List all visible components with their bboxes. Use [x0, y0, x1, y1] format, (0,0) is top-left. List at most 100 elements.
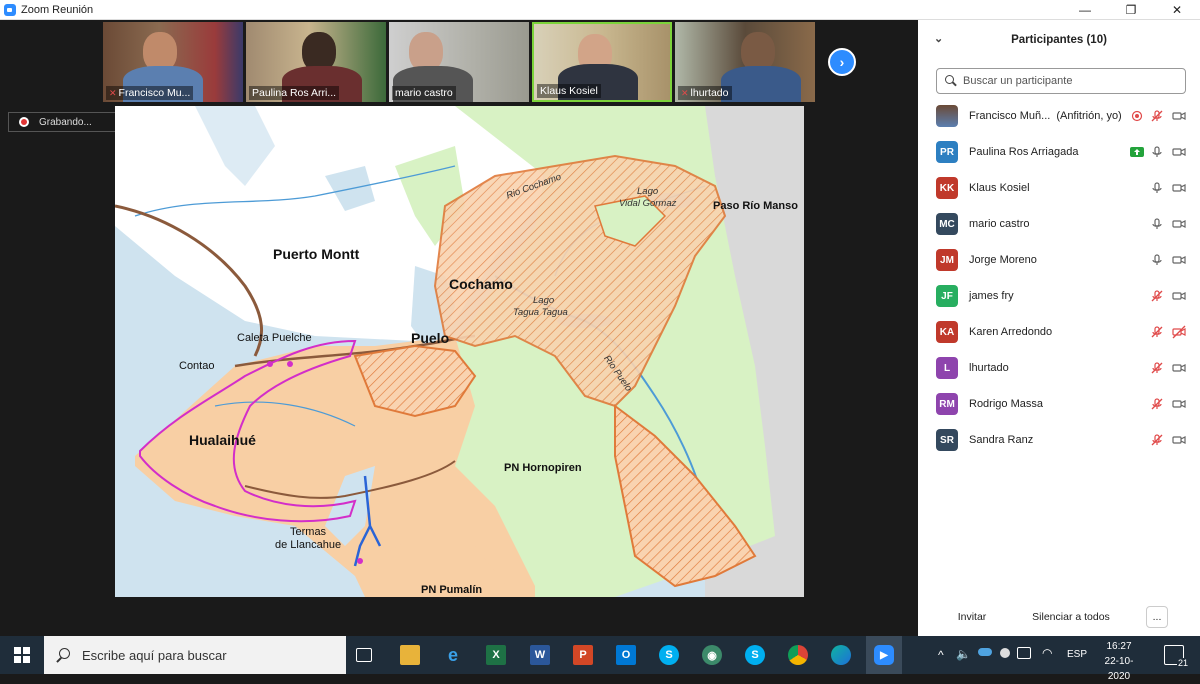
avatar: JF	[936, 285, 958, 307]
windows-start-button[interactable]	[0, 636, 44, 674]
mic-muted-icon[interactable]	[1150, 433, 1164, 447]
camera-icon[interactable]	[1172, 145, 1186, 159]
tile-name: lhurtado	[690, 87, 729, 99]
tile-name: Klaus Kosiel	[540, 85, 598, 97]
zoom-app-icon	[4, 3, 16, 16]
participants-title: Participantes (10)	[1011, 34, 1107, 46]
record-icon	[19, 117, 29, 127]
chrome-icon[interactable]	[788, 645, 808, 665]
maximize-button[interactable]: ❐	[1108, 0, 1154, 20]
zoom-taskbar-button[interactable]: ▶	[866, 636, 902, 674]
video-tile[interactable]: Paulina Ros Arri...	[246, 22, 386, 102]
participant-row[interactable]: MC mario castro	[918, 206, 1200, 242]
mic-icon[interactable]	[1150, 145, 1164, 159]
map-label-puelo: Puelo	[411, 330, 450, 346]
notifications-icon[interactable]: 21	[1164, 645, 1189, 668]
camera-icon[interactable]	[1172, 397, 1186, 411]
active-speaker-tile[interactable]: Klaus Kosiel	[532, 22, 672, 102]
map-label-termas-2: de Llancahue	[275, 539, 342, 551]
camera-off-icon[interactable]	[1172, 325, 1186, 339]
video-tile[interactable]: ✕ lhurtado	[675, 22, 815, 102]
participant-row[interactable]: Francisco Muñ... (Anfitrión, yo)	[918, 98, 1200, 134]
mic-muted-icon[interactable]	[1150, 361, 1164, 375]
map-label-termas-1: Termas	[290, 526, 327, 538]
recording-icon	[1131, 110, 1143, 122]
search-icon	[945, 75, 957, 87]
word-icon[interactable]: W	[530, 645, 550, 665]
battery-icon[interactable]	[1017, 647, 1031, 659]
camera-icon[interactable]	[1172, 361, 1186, 375]
map-label-paso-rio-manso: Paso Río Manso	[713, 200, 798, 212]
notification-count: 21	[1176, 658, 1189, 668]
screen-share-icon	[1130, 147, 1144, 157]
participant-search-input[interactable]: Buscar un participante	[936, 68, 1186, 94]
clock-date: 22-10-2020	[1104, 656, 1134, 682]
task-view-icon[interactable]	[356, 648, 372, 662]
file-explorer-icon[interactable]	[400, 645, 420, 665]
mic-muted-icon[interactable]	[1150, 397, 1164, 411]
video-tile[interactable]: ✕ Francisco Mu...	[103, 22, 243, 102]
wifi-icon[interactable]: ◠	[1042, 646, 1052, 660]
participant-row[interactable]: RM Rodrigo Massa	[918, 386, 1200, 422]
video-tile[interactable]: mario castro	[389, 22, 529, 102]
language-indicator[interactable]: ESP	[1067, 649, 1087, 660]
participant-name: Klaus Kosiel	[969, 182, 1030, 194]
tile-name: Paulina Ros Arri...	[252, 87, 337, 99]
taskbar-clock[interactable]: 16:27 22-10-2020	[1098, 639, 1140, 684]
skype-business-icon[interactable]: S	[745, 645, 765, 665]
participant-row[interactable]: PR Paulina Ros Arriagada	[918, 134, 1200, 170]
tile-name: mario castro	[395, 87, 453, 99]
camera-icon[interactable]	[1172, 433, 1186, 447]
close-button[interactable]: ✕	[1154, 0, 1200, 20]
volume-icon[interactable]: 🔈	[956, 647, 971, 661]
participant-row[interactable]: SR Sandra Ranz	[918, 422, 1200, 458]
powerpoint-icon[interactable]: P	[573, 645, 593, 665]
camera-icon[interactable]	[1172, 217, 1186, 231]
more-options-button[interactable]: ...	[1146, 606, 1168, 628]
excel-icon[interactable]: X	[486, 645, 506, 665]
participant-row[interactable]: JF james fry	[918, 278, 1200, 314]
mic-muted-icon[interactable]	[1150, 109, 1164, 123]
avatar: RM	[936, 393, 958, 415]
camera-icon[interactable]	[1172, 109, 1186, 123]
map-label-lago-tagua-1: Lago	[533, 295, 555, 306]
invite-button[interactable]: Invitar	[948, 606, 996, 628]
mic-muted-icon[interactable]	[1150, 325, 1164, 339]
mic-icon[interactable]	[1150, 253, 1164, 267]
map-label-lago-vidal-1: Lago	[637, 186, 659, 197]
participant-row[interactable]: L lhurtado	[918, 350, 1200, 386]
zoom-window: Zoom Reunión — ❐ ✕ ✕ Francisco Mu... Paul…	[0, 0, 1200, 636]
mic-muted-icon[interactable]	[1150, 289, 1164, 303]
participant-row[interactable]: KK Klaus Kosiel	[918, 170, 1200, 206]
map-label-pn-hornopiren: PN Hornopiren	[504, 462, 582, 474]
edge-legacy-icon[interactable]: e	[443, 645, 463, 665]
camera-icon[interactable]	[1172, 181, 1186, 195]
onedrive-icon[interactable]	[978, 648, 992, 656]
avatar: KA	[936, 321, 958, 343]
participant-name: Paulina Ros Arriagada	[969, 146, 1079, 158]
participant-row[interactable]: KA Karen Arredondo	[918, 314, 1200, 350]
map-label-lago-vidal-2: Vidal Gormaz	[619, 198, 677, 209]
tray-app-icon[interactable]	[1000, 648, 1010, 658]
taskbar-search-input[interactable]: Escribe aquí para buscar	[44, 636, 346, 674]
mic-muted-icon: ✕	[681, 87, 689, 98]
outlook-icon[interactable]: O	[616, 645, 636, 665]
camera-icon[interactable]	[1172, 289, 1186, 303]
skype-icon[interactable]: S	[659, 645, 679, 665]
camera-app-icon[interactable]: ◉	[702, 645, 722, 665]
avatar: KK	[936, 177, 958, 199]
recording-indicator[interactable]: Grabando...	[8, 112, 125, 132]
edge-icon[interactable]	[831, 645, 851, 665]
camera-icon[interactable]	[1172, 253, 1186, 267]
mic-icon[interactable]	[1150, 181, 1164, 195]
chevron-right-icon[interactable]: ›	[828, 48, 856, 76]
mute-all-button[interactable]: Silenciar a todos	[1024, 606, 1118, 628]
minimize-button[interactable]: —	[1062, 0, 1108, 20]
recording-label: Grabando...	[39, 116, 92, 128]
taskbar-search-placeholder: Escribe aquí para buscar	[82, 647, 227, 663]
mic-icon[interactable]	[1150, 217, 1164, 231]
window-title: Zoom Reunión	[21, 3, 94, 16]
chevron-up-icon[interactable]: ^	[938, 648, 944, 662]
participant-row[interactable]: JM Jorge Moreno	[918, 242, 1200, 278]
chevron-down-icon[interactable]: ⌄	[934, 32, 943, 45]
